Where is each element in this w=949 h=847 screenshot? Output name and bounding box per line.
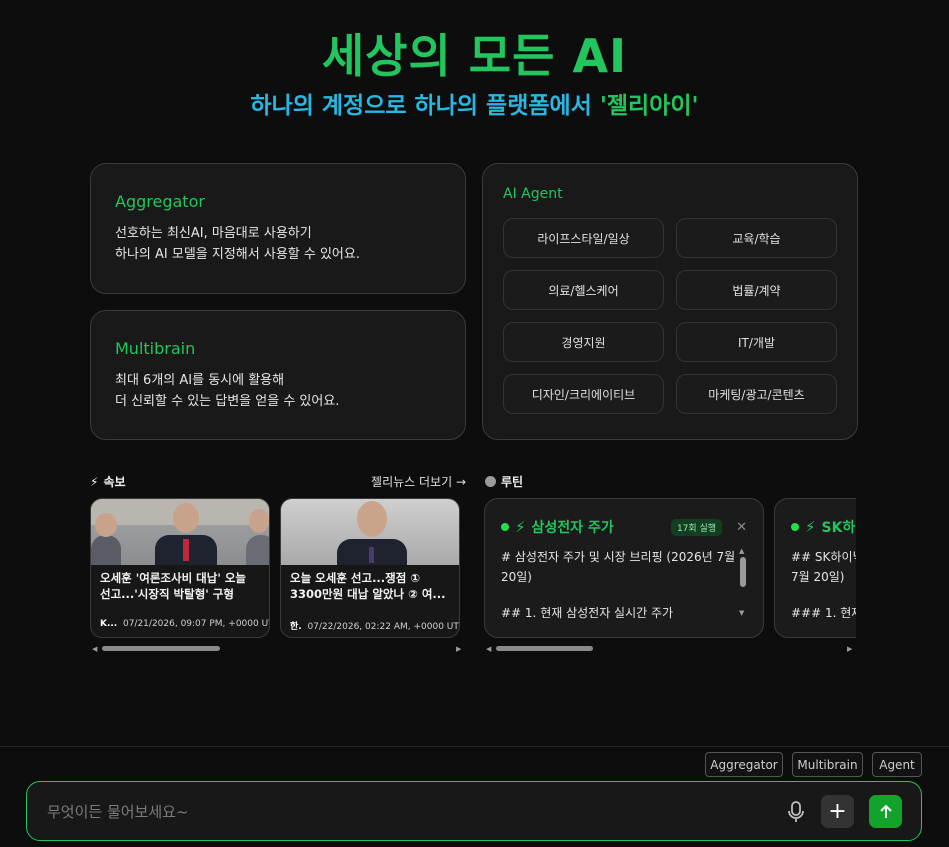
routine-content: # 삼성전자 주가 및 시장 브리핑 (2026년 7월 20일) ## 1. … <box>501 547 747 623</box>
scroll-left-icon[interactable]: ◀ <box>486 645 491 653</box>
routine-line: 7월 20일) <box>791 570 845 584</box>
news-source: 한. <box>290 622 302 632</box>
ai-agent-title: AI Agent <box>503 186 563 202</box>
routine-line: ## SK하이닉 <box>791 550 856 564</box>
routine-scroll-thumb[interactable] <box>740 557 746 587</box>
news-card[interactable]: 오늘 오세훈 선고...쟁점 ① 3300만원 대납 알았나 ② 여... 한.… <box>280 498 460 638</box>
bottom-divider <box>0 746 949 747</box>
run-count-badge: 17회 실행 <box>670 518 723 536</box>
agent-design-button[interactable]: 디자인/크리에이티브 <box>503 374 664 414</box>
hero-subtitle-main: 하나의 계정으로 하나의 플랫폼에서 <box>250 93 592 119</box>
mode-multibrain-button[interactable]: Multibrain <box>792 752 863 777</box>
aggregator-desc-2: 하나의 AI 모델을 지정해서 사용할 수 있어요. <box>115 247 360 262</box>
routine-line: ### 1. 현재 <box>791 606 856 620</box>
chat-input-box: + <box>26 781 922 841</box>
mode-aggregator-button[interactable]: Aggregator <box>705 752 783 777</box>
agent-category-grid: 라이프스타일/일상 교육/학습 의료/헬스케어 법률/계약 경영지원 IT/개발… <box>503 218 837 414</box>
clock-icon <box>485 476 496 487</box>
ai-agent-card: AI Agent 라이프스타일/일상 교육/학습 의료/헬스케어 법률/계약 경… <box>482 163 858 440</box>
routine-line: 20일) <box>501 570 532 584</box>
hero-subtitle-brand: '젤리아이' <box>599 93 699 119</box>
agent-it-button[interactable]: IT/개발 <box>676 322 837 362</box>
chat-input[interactable] <box>47 800 747 824</box>
multibrain-desc-2: 더 신뢰할 수 있는 답변을 얻을 수 있어요. <box>115 394 340 409</box>
close-icon[interactable]: ✕ <box>736 520 747 535</box>
agent-marketing-button[interactable]: 마케팅/광고/콘텐츠 <box>676 374 837 414</box>
news-card[interactable]: 오세훈 '여론조사비 대납' 오늘 선고...'시장직 박탈형' 구형 K...… <box>90 498 270 638</box>
routine-scrollbar[interactable]: ◀ ▶ <box>484 645 856 653</box>
agent-management-button[interactable]: 경영지원 <box>503 322 664 362</box>
aggregator-title: Aggregator <box>115 192 205 211</box>
agent-legal-button[interactable]: 법률/계약 <box>676 270 837 310</box>
multibrain-card[interactable]: Multibrain 최대 6개의 AI를 동시에 활용해 더 신뢰할 수 있는… <box>90 310 466 440</box>
news-title: 오늘 오세훈 선고...쟁점 ① 3300만원 대납 알았나 ② 여... <box>290 571 446 601</box>
multibrain-title: Multibrain <box>115 339 196 358</box>
routine-line: # 삼성전자 주가 및 시장 브리핑 (2026년 7월 <box>501 550 736 564</box>
news-date: 07/22/2026, 02:22 AM, +0000 UTC <box>307 622 459 632</box>
routine-content: ## SK하이닉 7월 20일) ### 1. 현재 <box>791 547 856 623</box>
agent-lifestyle-button[interactable]: 라이프스타일/일상 <box>503 218 664 258</box>
scroll-up-icon[interactable]: ▲ <box>739 547 744 555</box>
news-scrollbar[interactable]: ◀ ▶ <box>90 645 466 653</box>
news-heading-label: 속보 <box>103 475 126 489</box>
routine-carousel: ⚡ 삼성전자 주가 17회 실행 ✕ # 삼성전자 주가 및 시장 브리핑 (2… <box>484 498 856 638</box>
aggregator-card[interactable]: Aggregator 선호하는 최신AI, 마음대로 사용하기 하나의 AI 모… <box>90 163 466 294</box>
routine-title: 삼성전자 주가 <box>531 520 614 536</box>
routine-card-header: ⚡ SK하 <box>791 517 856 537</box>
routine-scroll-thumb[interactable] <box>496 646 593 651</box>
news-heading: ⚡ 속보 <box>90 473 126 490</box>
mode-agent-button[interactable]: Agent <box>872 752 922 777</box>
routine-card[interactable]: ⚡ 삼성전자 주가 17회 실행 ✕ # 삼성전자 주가 및 시장 브리핑 (2… <box>484 498 764 638</box>
active-status-dot <box>501 523 509 531</box>
jelly-news-more-link[interactable]: 젤리뉴스 더보기 → <box>330 473 466 490</box>
news-meta: 한. 07/22/2026, 02:22 AM, +0000 UTC <box>281 609 459 632</box>
aggregator-desc-1: 선호하는 최신AI, 마음대로 사용하기 <box>115 226 312 241</box>
lightning-icon: ⚡ <box>90 474 99 489</box>
active-status-dot <box>791 523 799 531</box>
plus-icon: + <box>828 799 847 824</box>
news-carousel: 오세훈 '여론조사비 대납' 오늘 선고...'시장직 박탈형' 구형 K...… <box>90 498 466 638</box>
agent-healthcare-button[interactable]: 의료/헬스케어 <box>503 270 664 310</box>
microphone-icon[interactable] <box>787 800 805 824</box>
scroll-right-icon[interactable]: ▶ <box>456 645 461 653</box>
routine-card-header: ⚡ 삼성전자 주가 17회 실행 ✕ <box>501 517 747 537</box>
scroll-right-icon[interactable]: ▶ <box>847 645 852 653</box>
scroll-down-icon[interactable]: ▼ <box>739 609 744 617</box>
scroll-left-icon[interactable]: ◀ <box>92 645 97 653</box>
lightning-icon: ⚡ <box>805 518 816 536</box>
agent-education-button[interactable]: 교육/학습 <box>676 218 837 258</box>
lightning-icon: ⚡ <box>515 518 526 536</box>
routine-line: ## 1. 현재 삼성전자 실시간 주가 <box>501 606 674 620</box>
routine-heading: 루틴 <box>485 473 523 490</box>
routine-title: SK하 <box>821 520 856 536</box>
send-button[interactable] <box>869 795 902 828</box>
hero-title: 세상의 모든 AI <box>321 29 628 83</box>
routine-heading-label: 루틴 <box>501 475 524 489</box>
news-thumbnail <box>281 499 459 565</box>
news-scroll-thumb[interactable] <box>102 646 220 651</box>
routine-content-scrollbar[interactable]: ▲ ▼ <box>739 547 747 619</box>
multibrain-desc-1: 최대 6개의 AI를 동시에 활용해 <box>115 373 285 388</box>
arrow-up-icon <box>879 804 892 818</box>
news-source: K... <box>100 619 118 629</box>
routine-card[interactable]: ⚡ SK하 ## SK하이닉 7월 20일) ### 1. 현재 <box>774 498 856 638</box>
news-meta: K... 07/21/2026, 09:07 PM, +0000 UTC <box>91 609 269 629</box>
news-title: 오세훈 '여론조사비 대납' 오늘 선고...'시장직 박탈형' 구형 <box>100 571 247 601</box>
hero-subtitle: 하나의 계정으로 하나의 플랫폼에서 '젤리아이' <box>0 86 949 120</box>
news-date: 07/21/2026, 09:07 PM, +0000 UTC <box>122 619 269 629</box>
news-thumbnail <box>91 499 269 565</box>
add-attachment-button[interactable]: + <box>821 795 854 828</box>
